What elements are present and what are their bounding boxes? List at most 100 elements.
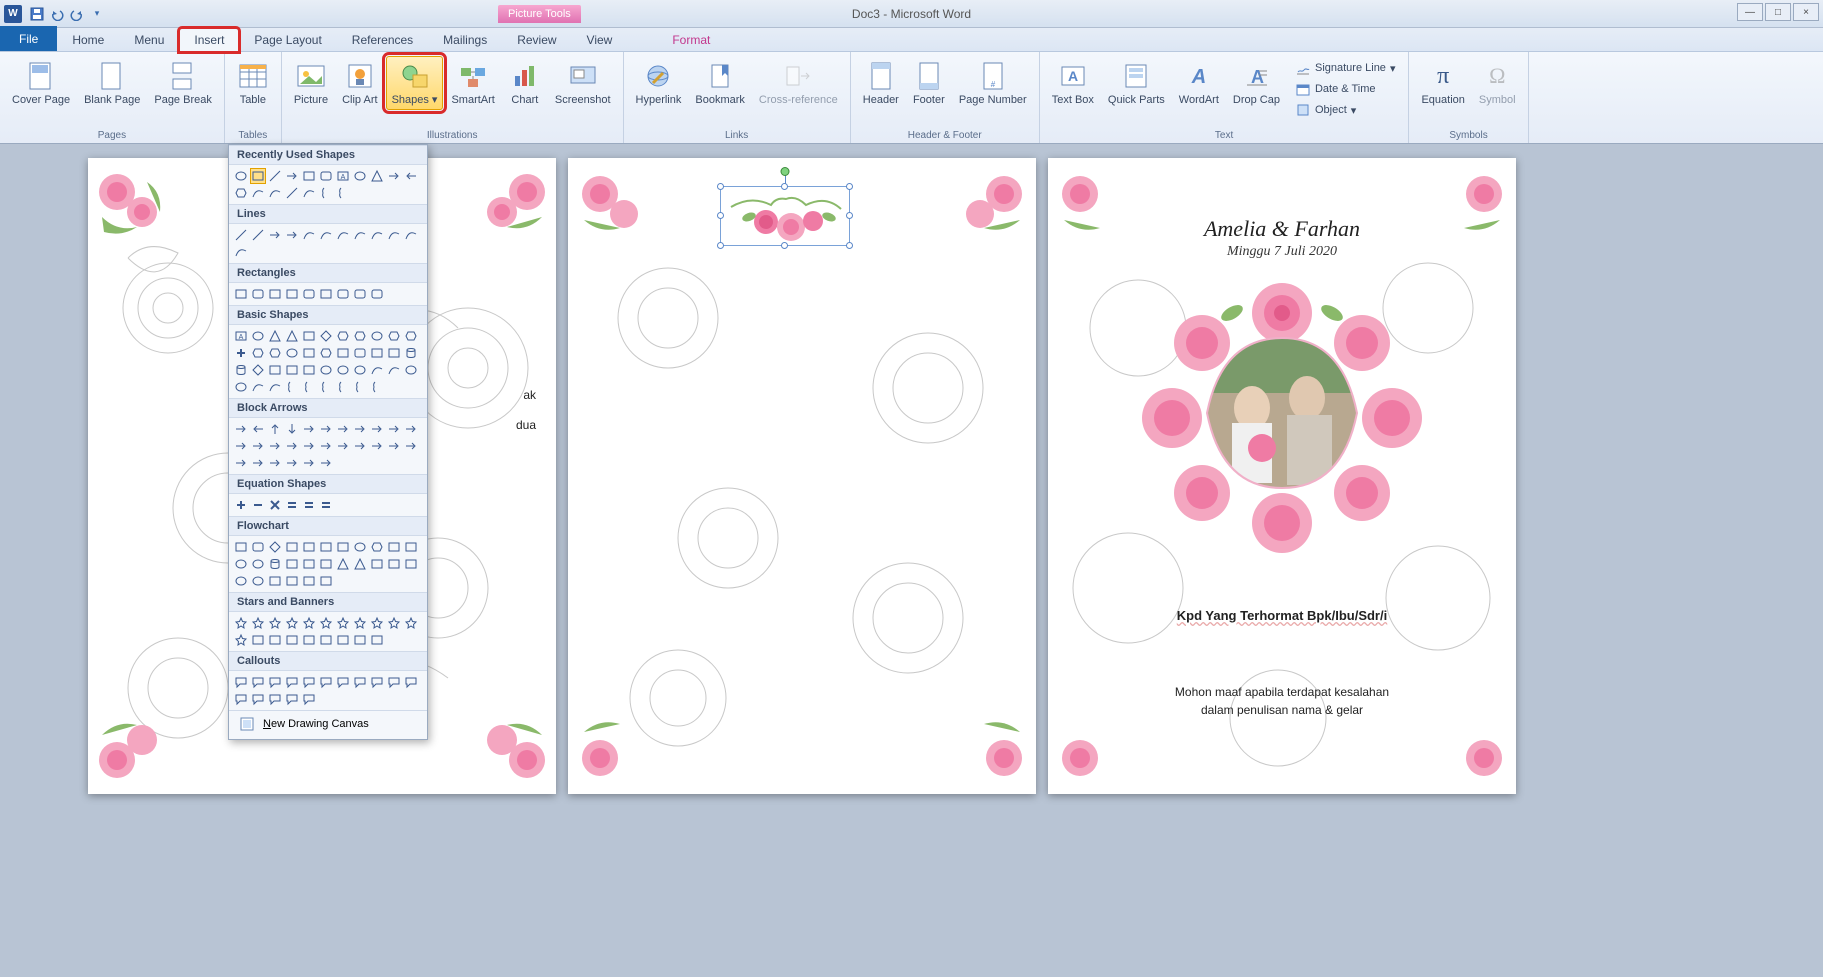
shape-swatch[interactable] [301,328,317,344]
shape-swatch[interactable] [369,438,385,454]
shape-swatch[interactable] [301,497,317,513]
picture-button[interactable]: Picture [288,56,334,110]
shape-swatch[interactable] [233,227,249,243]
shape-swatch[interactable] [301,421,317,437]
shape-swatch[interactable] [352,539,368,555]
shape-swatch[interactable] [284,362,300,378]
shape-swatch[interactable] [284,227,300,243]
tab-view[interactable]: View [572,28,628,51]
shape-swatch[interactable] [301,227,317,243]
shape-swatch[interactable]: A [335,168,351,184]
shape-swatch[interactable] [233,185,249,201]
tab-menu[interactable]: Menu [119,28,179,51]
shape-swatch[interactable] [403,421,419,437]
shape-swatch[interactable] [267,674,283,690]
object-button[interactable]: Object ▾ [1290,100,1400,120]
shape-swatch[interactable] [369,227,385,243]
shape-swatch[interactable]: A [233,328,249,344]
shapes-button[interactable]: Shapes ▾ [386,56,444,110]
shape-swatch[interactable] [318,539,334,555]
shape-swatch[interactable] [250,345,266,361]
shape-swatch[interactable] [318,379,334,395]
shape-swatch[interactable] [352,379,368,395]
shape-swatch[interactable] [318,556,334,572]
qat-more-icon[interactable]: ▾ [88,5,106,23]
shape-swatch[interactable] [318,421,334,437]
shape-swatch[interactable] [369,556,385,572]
maximize-button[interactable]: □ [1765,3,1791,21]
shape-swatch[interactable] [335,227,351,243]
shape-swatch[interactable] [284,185,300,201]
shape-swatch[interactable] [335,286,351,302]
shape-swatch[interactable] [352,362,368,378]
shape-swatch[interactable] [369,286,385,302]
shape-swatch[interactable] [335,632,351,648]
shape-swatch[interactable] [335,556,351,572]
shape-swatch[interactable] [233,168,249,184]
shape-swatch[interactable] [403,615,419,631]
shape-swatch[interactable] [301,362,317,378]
shape-swatch[interactable] [335,362,351,378]
shape-swatch[interactable] [250,286,266,302]
tab-page-layout[interactable]: Page Layout [239,28,336,51]
minimize-button[interactable]: — [1737,3,1763,21]
shape-swatch[interactable] [267,632,283,648]
hyperlink-button[interactable]: Hyperlink [630,56,688,110]
shape-swatch[interactable] [403,345,419,361]
shape-swatch[interactable] [250,379,266,395]
shape-swatch[interactable] [301,573,317,589]
shape-swatch[interactable] [250,362,266,378]
date-time-button[interactable]: Date & Time [1290,79,1400,99]
shape-swatch[interactable] [318,455,334,471]
shape-swatch[interactable] [284,632,300,648]
shape-swatch[interactable] [233,286,249,302]
shape-swatch[interactable] [403,227,419,243]
shape-swatch[interactable] [369,421,385,437]
tab-insert[interactable]: Insert [179,28,239,52]
shape-swatch[interactable] [250,421,266,437]
shape-swatch[interactable] [250,691,266,707]
shape-swatch[interactable] [335,379,351,395]
shape-swatch[interactable] [233,438,249,454]
cover-page-button[interactable]: Cover Page [6,56,76,110]
shape-swatch[interactable] [335,421,351,437]
page-2[interactable] [568,158,1036,794]
shape-swatch[interactable] [233,573,249,589]
shape-swatch[interactable] [233,421,249,437]
shape-swatch[interactable] [301,539,317,555]
shape-swatch[interactable] [403,168,419,184]
save-icon[interactable] [28,5,46,23]
shape-swatch[interactable] [386,615,402,631]
shape-swatch[interactable] [369,168,385,184]
shape-swatch[interactable] [284,345,300,361]
shape-swatch[interactable] [267,455,283,471]
table-button[interactable]: Table [231,56,275,110]
shape-swatch[interactable] [403,438,419,454]
shape-swatch[interactable] [369,539,385,555]
bookmark-button[interactable]: Bookmark [689,56,751,110]
resize-handle[interactable] [717,242,724,249]
shape-swatch[interactable] [250,168,266,184]
shape-swatch[interactable] [335,674,351,690]
shape-swatch[interactable] [233,244,249,260]
shape-swatch[interactable] [301,345,317,361]
shape-swatch[interactable] [284,328,300,344]
screenshot-button[interactable]: Screenshot [549,56,617,110]
shape-swatch[interactable] [250,632,266,648]
shape-swatch[interactable] [250,185,266,201]
shape-swatch[interactable] [386,345,402,361]
shape-swatch[interactable] [301,185,317,201]
shape-swatch[interactable] [250,455,266,471]
text-box-button[interactable]: AText Box [1046,56,1100,110]
shape-swatch[interactable] [233,674,249,690]
shape-swatch[interactable] [267,438,283,454]
shape-swatch[interactable] [352,674,368,690]
shape-swatch[interactable] [284,168,300,184]
shape-swatch[interactable] [386,227,402,243]
tab-review[interactable]: Review [502,28,571,51]
shape-swatch[interactable] [284,421,300,437]
shape-swatch[interactable] [318,227,334,243]
shape-swatch[interactable] [352,421,368,437]
shape-swatch[interactable] [284,438,300,454]
shape-swatch[interactable] [284,497,300,513]
